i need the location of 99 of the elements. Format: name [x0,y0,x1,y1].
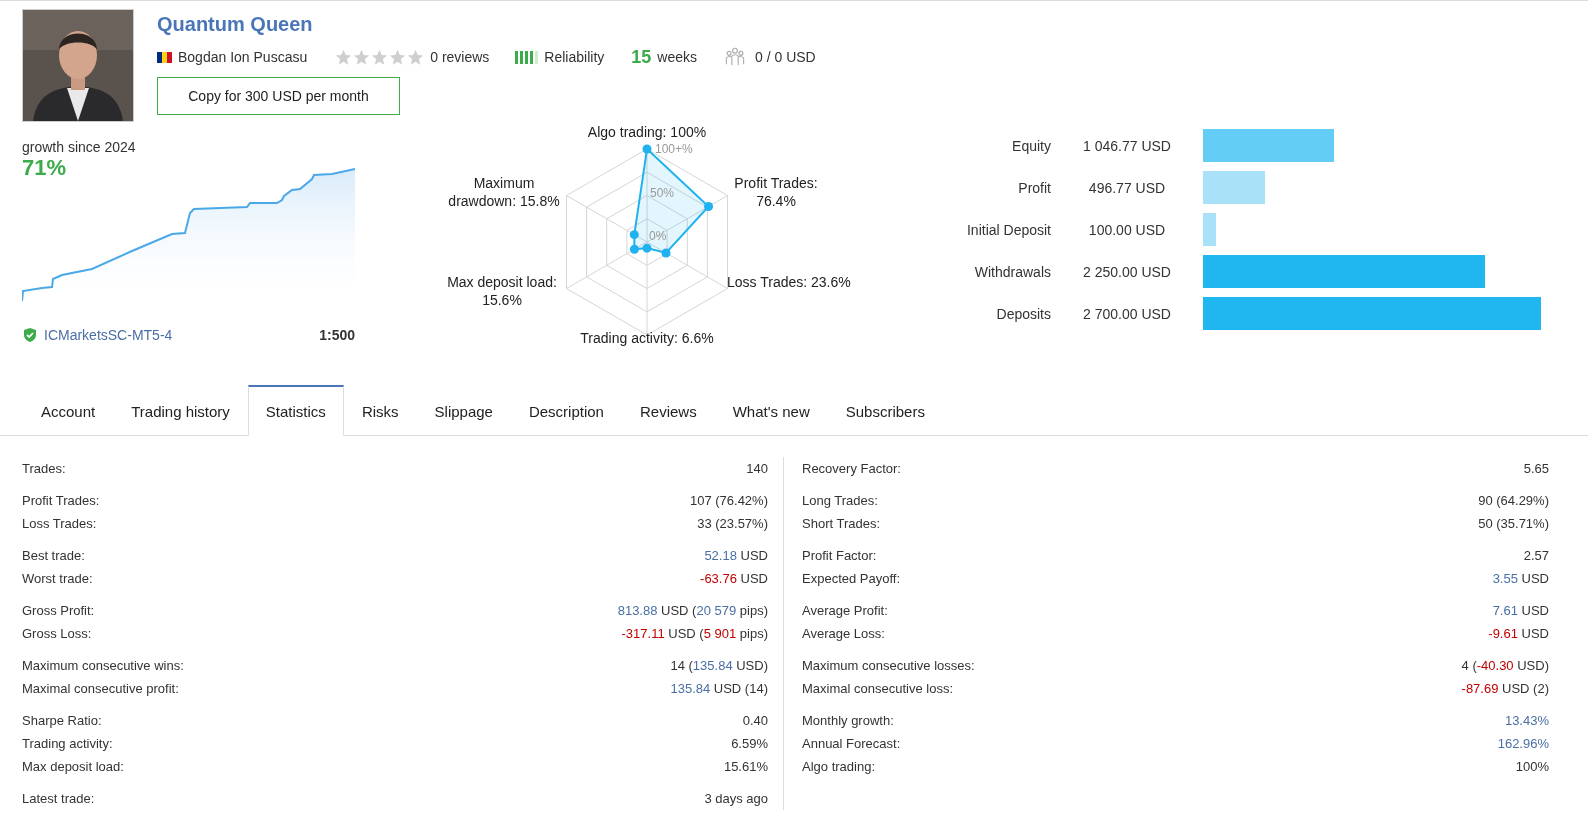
stat-label: Monthly growth: [802,713,894,728]
tab[interactable]: Account [0,385,114,436]
balance-value: 100.00 USD [1087,221,1167,238]
copy-button[interactable]: Copy for 300 USD per month [157,77,400,115]
growth-caption: growth since 2024 [22,139,137,155]
radar-tick-label: 50% [650,186,675,200]
stat-label: Average Loss: [802,626,885,641]
tab[interactable]: Trading history [113,385,248,436]
stat-label: Annual Forecast: [802,736,901,751]
stat-value: 4 (-40.30 USD) [1461,658,1549,673]
radar-axis-label: Profit Trades: 76.4% [733,174,819,210]
stat-label: Long Trades: [802,493,878,508]
balance-value: 2 250.00 USD [1082,263,1172,280]
stat-label: Expected Payoff: [802,571,901,586]
stat-value: 5.65 [1523,461,1549,476]
stat-value: 162.96% [1497,736,1549,751]
balance-label: Deposits [995,305,1051,322]
stat-label: Maximal consecutive profit: [22,681,179,696]
stat-value: 13.43% [1504,713,1549,728]
reviews-count[interactable]: 0 reviews [430,49,490,65]
balance-label: Equity [1011,137,1051,154]
stat-label: Latest trade: [22,791,95,806]
stat-label: Worst trade: [22,571,93,586]
balance-value: 496.77 USD [1087,179,1167,196]
balance-value: 2 700.00 USD [1082,305,1172,322]
radar-point [661,248,671,258]
balance-label: Initial Deposit [965,221,1051,238]
stat-label: Gross Loss: [22,626,92,641]
tab[interactable]: Slippage [416,385,511,436]
stat-label: Maximum consecutive losses: [802,658,975,673]
stat-label: Recovery Factor: [802,461,901,476]
weeks-count: 15 [631,46,652,68]
stat-value: 6.59% [731,736,768,751]
broker-link[interactable]: ICMarketsSC-MT5-4 [44,327,173,343]
stat-value: 135.84 USD (14) [670,681,768,696]
radar-point [629,230,639,240]
subscribers-amount: 0 / 0 USD [755,49,816,65]
tab[interactable]: Risks [343,385,417,436]
balance-label: Withdrawals [973,263,1051,280]
radar-tick-label: 0% [649,229,667,243]
stat-label: Algo trading: [802,759,875,774]
tab[interactable]: Statistics [247,385,344,436]
radar-tick-label: 100+% [655,142,693,156]
stat-label: Average Profit: [802,603,888,618]
stat-value: 33 (23.57%) [697,516,768,531]
tab[interactable]: Description [510,385,622,436]
stat-value: 90 (64.29%) [1478,493,1549,508]
stat-label: Loss Trades: [22,516,97,531]
stat-label: Sharpe Ratio: [22,713,102,728]
radar-axis-label: Trading activity: 6.6% [579,329,715,347]
stat-value: 3.55 USD [1492,571,1549,586]
stat-value: -9.61 USD [1488,626,1549,641]
weeks-label: weeks [657,49,697,65]
stat-label: Gross Profit: [22,603,95,618]
stat-label: Maximum consecutive wins: [22,658,184,673]
stat-value: -63.76 USD [700,571,768,586]
stat-label: Profit Factor: [802,548,877,563]
stat-value: 14 (135.84 USD) [670,658,768,673]
stat-value: 813.88 USD (20 579 pips) [617,603,768,618]
radar-axis-label: Maximum drawdown: 15.8% [447,174,561,210]
radar-point [704,201,714,211]
stat-value: 2.57 [1523,548,1549,563]
growth-value: 71% [22,155,68,181]
tab[interactable]: Subscribers [827,385,943,436]
author-name[interactable]: Bogdan Ion Puscasu [178,49,308,65]
balance-label: Profit [1017,179,1051,196]
stat-value: -87.69 USD (2) [1461,681,1549,696]
strategy-title[interactable]: Quantum Queen [157,13,822,43]
radar-axis-label: Loss Trades: 23.6% [727,273,852,291]
leverage-value: 1:500 [319,327,355,343]
stat-value: 7.61 USD [1492,603,1549,618]
stat-value: 100% [1515,759,1549,774]
stat-value: 107 (76.42%) [689,493,768,508]
stat-label: Max deposit load: [22,759,124,774]
stat-label: Profit Trades: [22,493,100,508]
tab[interactable]: What's new [714,385,828,436]
stat-value: 140 [746,461,768,476]
radar-axis-label: Algo trading: 100% [586,123,708,141]
stat-label: Trading activity: [22,736,113,751]
stat-label: Short Trades: [802,516,881,531]
stat-value: 0.40 [742,713,768,728]
stat-value: -317.11 USD (5 901 pips) [621,626,768,641]
stat-value: 52.18 USD [704,548,768,563]
tab[interactable]: Reviews [621,385,715,436]
flag-icon [157,51,172,63]
stat-value: 50 (35.71%) [1478,516,1549,531]
stat-label: Maximal consecutive loss: [802,681,953,696]
radar-point [629,244,639,254]
people-icon [725,47,745,67]
reliability-label: Reliability [544,49,605,65]
radar-axis-label: Max deposit load: 15.6% [446,273,558,309]
stat-value: 15.61% [723,759,768,774]
radar-point [642,144,652,154]
balance-value: 1 046.77 USD [1082,137,1172,154]
shield-check-icon [22,327,38,343]
stat-label: Best trade: [22,548,85,563]
radar-point [642,243,652,253]
stat-label: Trades: [22,461,66,476]
stat-value: 3 days ago [704,791,768,806]
